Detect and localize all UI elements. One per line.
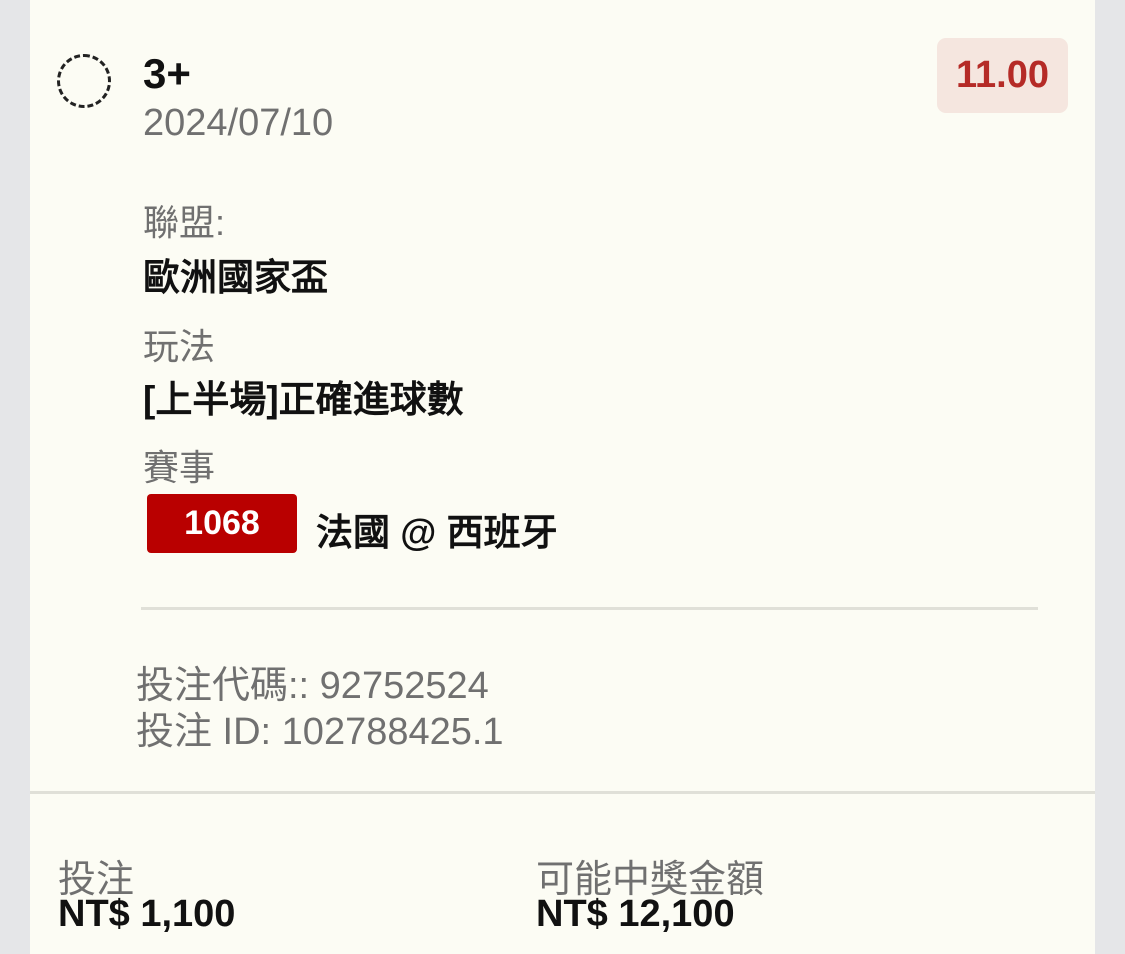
bet-date: 2024/07/10 xyxy=(143,102,334,144)
odds-badge: 11.00 xyxy=(937,38,1068,113)
bet-id: 投注 ID: 102788425.1 xyxy=(136,711,504,753)
league-label: 聯盟: xyxy=(143,202,226,243)
event-match: 法國 @ 西班牙 xyxy=(316,512,558,553)
divider xyxy=(141,607,1038,610)
bet-selection: 3+ xyxy=(143,50,191,97)
market-label: 玩法 xyxy=(143,326,216,367)
pending-status-icon xyxy=(57,54,111,108)
event-code-badge: 1068 xyxy=(147,494,297,553)
stake-value: NT$ 1,100 xyxy=(58,893,236,935)
event-label: 賽事 xyxy=(143,447,216,488)
market-value: [上半場]正確進球數 xyxy=(143,379,464,420)
footer-divider xyxy=(30,791,1095,794)
league-value: 歐洲國家盃 xyxy=(143,257,328,298)
payout-value: NT$ 12,100 xyxy=(536,893,735,935)
